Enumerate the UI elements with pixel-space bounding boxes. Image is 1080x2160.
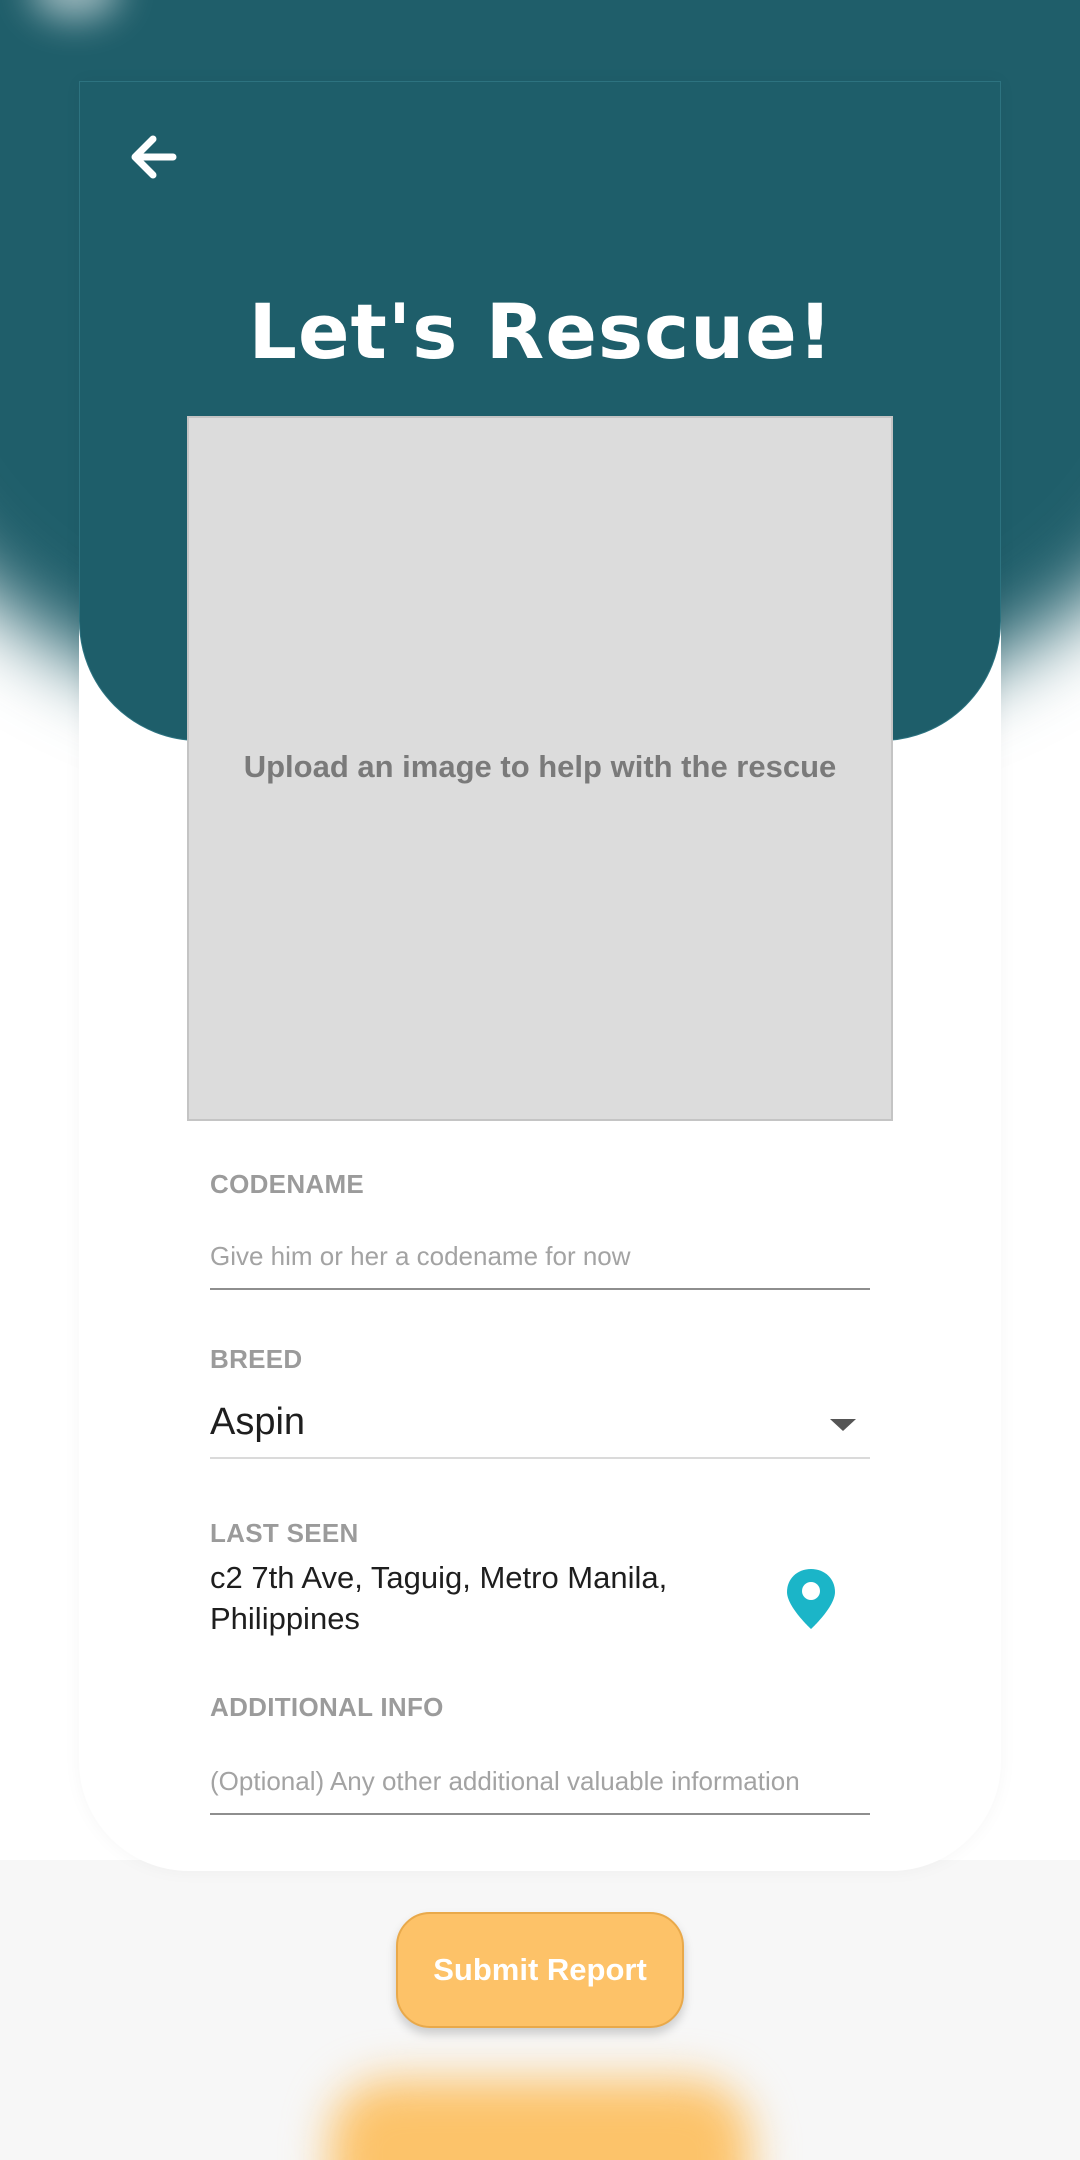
rescue-card: Let's Rescue! Upload an image to help wi…: [79, 81, 1001, 1871]
map-pin-icon: [787, 1569, 835, 1629]
codename-input[interactable]: [210, 1225, 870, 1290]
image-upload-area[interactable]: Upload an image to help with the rescue: [187, 416, 893, 1121]
additional-info-label: ADDITIONAL INFO: [210, 1692, 444, 1722]
back-button[interactable]: [118, 122, 188, 192]
backdrop-button-shadow: [330, 2080, 750, 2160]
codename-label: CODENAME: [210, 1169, 365, 1199]
breed-label: BREED: [210, 1344, 303, 1374]
arrow-left-icon: [131, 135, 177, 179]
image-upload-prompt: Upload an image to help with the rescue: [243, 748, 837, 784]
additional-info-input[interactable]: [210, 1749, 870, 1815]
breed-selected-value: Aspin: [210, 1401, 306, 1443]
last-seen-location: c2 7th Ave, Taguig, Metro Manila, Philip…: [210, 1560, 668, 1636]
pick-location-button[interactable]: [784, 1567, 838, 1633]
last-seen-label: LAST SEEN: [210, 1518, 359, 1548]
screen: Let's Rescue! Upload an image to help wi…: [0, 0, 1080, 2160]
submit-report-button[interactable]: Submit Report: [396, 1912, 684, 2028]
page-title: Let's Rescue!: [248, 287, 834, 376]
breed-select[interactable]: Aspin: [210, 1393, 870, 1459]
chevron-down-icon: [830, 1419, 856, 1431]
